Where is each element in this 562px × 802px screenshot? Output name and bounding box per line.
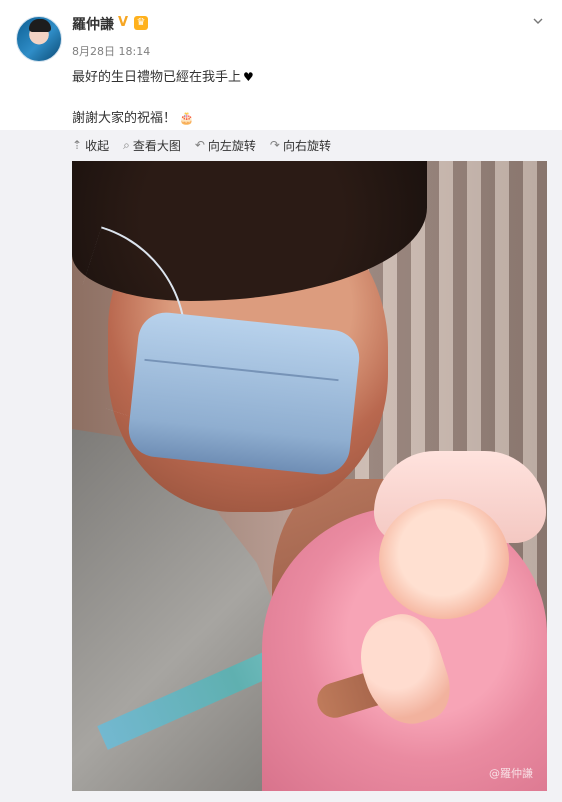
up-arrow-icon: ⇡ [72, 138, 83, 152]
author-name[interactable]: 羅仲謙 [72, 14, 114, 34]
baby-face [379, 499, 509, 619]
post-header: 羅仲謙 V ♛ 8月28日 18:14 最好的生日禮物已經在我手上 ♥ 謝謝大家的… [0, 0, 562, 130]
rotate-right-icon: ↷ [269, 138, 280, 152]
rotate-right-button[interactable]: ↷ 向右旋转 [270, 137, 331, 154]
view-large-label: 查看大图 [132, 138, 181, 153]
verified-icon: V [118, 15, 129, 30]
crown-icon: ♛ [134, 16, 148, 30]
post-time[interactable]: 8月28日 18:14 [72, 43, 150, 59]
weibo-post: 羅仲謙 V ♛ 8月28日 18:14 最好的生日禮物已經在我手上 ♥ 謝謝大家的… [0, 0, 562, 802]
post-text-line-1-label: 最好的生日禮物已經在我手上 [72, 70, 242, 85]
collapse-button[interactable]: ⇡ 收起 [72, 137, 109, 154]
rotate-left-button[interactable]: ↶ 向左旋转 [195, 137, 256, 154]
post-text-line-2-label: 謝謝大家的祝福！ [72, 111, 177, 126]
rotate-right-label: 向右旋转 [282, 138, 331, 153]
image-watermark: @羅仲謙 [489, 767, 533, 780]
post-photo[interactable]: @羅仲謙 [72, 161, 547, 791]
collapse-label: 收起 [85, 138, 110, 153]
post-text-line-2: 謝謝大家的祝福！ 🎂 [72, 107, 194, 126]
cake-icon: 🎂 [179, 111, 194, 125]
view-large-button[interactable]: ⌕ 查看大图 [123, 137, 181, 154]
media-area: ⇡ 收起 ⌕ 查看大图 ↶ 向左旋转 ↷ 向右旋转 @羅仲謙 [0, 130, 562, 802]
face-mask [126, 309, 362, 478]
heart-icon: ♥ [243, 70, 254, 84]
chevron-down-icon[interactable] [532, 15, 544, 27]
post-text-line-1: 最好的生日禮物已經在我手上 ♥ [72, 66, 254, 85]
avatar[interactable] [16, 16, 62, 62]
image-toolbar: ⇡ 收起 ⌕ 查看大图 ↶ 向左旋转 ↷ 向右旋转 [72, 136, 331, 154]
search-icon: ⌕ [123, 138, 130, 152]
rotate-left-label: 向左旋转 [207, 138, 256, 153]
rotate-left-icon: ↶ [194, 138, 205, 152]
